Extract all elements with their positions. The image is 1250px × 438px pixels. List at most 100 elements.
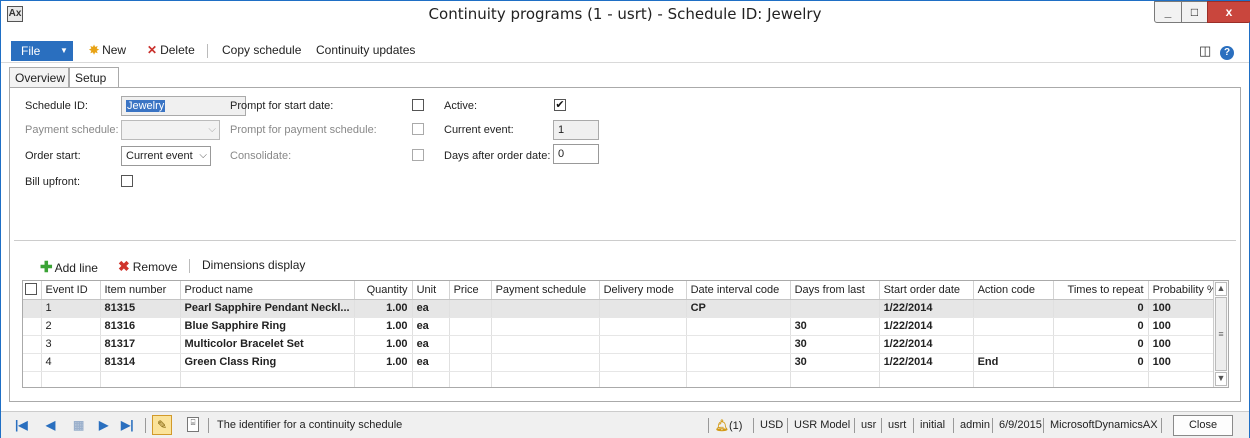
bill-upfront-checkbox[interactable] [121, 175, 133, 187]
table-cell[interactable]: ea [412, 353, 450, 372]
col-header[interactable]: Times to repeat [1053, 281, 1149, 300]
new-button[interactable]: ✸ New [89, 43, 126, 57]
row-selector[interactable] [23, 353, 42, 372]
model-indicator[interactable]: USR Model [794, 419, 850, 431]
currency-indicator[interactable]: USD [760, 419, 783, 431]
col-header[interactable]: Quantity [354, 281, 413, 300]
col-header[interactable]: Action code [973, 281, 1054, 300]
schedule-id-field[interactable]: Jewelry [121, 96, 246, 116]
table-cell[interactable] [599, 317, 687, 336]
table-cell[interactable]: ea [412, 335, 450, 354]
previous-record-button[interactable]: ◀ [46, 418, 55, 432]
select-all-checkbox[interactable] [25, 283, 37, 296]
table-cell[interactable]: Green Class Ring [180, 353, 355, 372]
table-cell[interactable] [449, 335, 492, 354]
table-cell[interactable]: 0 [1053, 317, 1149, 336]
table-cell[interactable]: 81316 [100, 317, 181, 336]
table-cell[interactable] [491, 299, 600, 318]
table-cell[interactable]: Pearl Sapphire Pendant Neckl... [180, 299, 355, 318]
table-cell[interactable] [686, 353, 791, 372]
minimize-button[interactable]: _ [1154, 1, 1182, 23]
layer-indicator[interactable]: usr [861, 419, 876, 431]
col-header[interactable]: Payment schedule [491, 281, 600, 300]
table-cell[interactable] [790, 371, 880, 387]
col-header[interactable]: Probability % [1148, 281, 1222, 300]
table-cell[interactable]: 0 [1053, 299, 1149, 318]
active-checkbox[interactable]: ✔ [554, 99, 566, 111]
table-cell[interactable] [599, 371, 687, 387]
table-cell[interactable]: 4 [41, 353, 101, 372]
col-header[interactable]: Event ID [41, 281, 101, 300]
help-button[interactable]: ? [1220, 43, 1234, 60]
table-cell[interactable]: 30 [790, 353, 880, 372]
table-cell[interactable] [491, 371, 600, 387]
table-cell[interactable] [973, 317, 1054, 336]
table-cell[interactable]: 30 [790, 335, 880, 354]
table-cell[interactable]: CP [686, 299, 791, 318]
table-cell[interactable]: 1/22/2014 [879, 299, 974, 318]
table-cell[interactable]: 1/22/2014 [879, 317, 974, 336]
attachment-icon[interactable]: ⌸ [187, 417, 199, 432]
col-header[interactable]: Start order date [879, 281, 974, 300]
table-cell[interactable]: 100 [1148, 299, 1222, 318]
table-cell[interactable] [41, 371, 101, 387]
table-cell[interactable] [449, 299, 492, 318]
date-indicator[interactable]: 6/9/2015 [999, 419, 1042, 431]
row-selector[interactable] [23, 299, 42, 318]
table-cell[interactable]: 1.00 [354, 299, 413, 318]
table-cell[interactable] [449, 353, 492, 372]
next-record-button[interactable]: ▶ [99, 418, 108, 432]
server-indicator[interactable]: MicrosoftDynamicsAX [1050, 419, 1158, 431]
table-cell[interactable]: ea [412, 317, 450, 336]
grid-view-button[interactable]: ▦ [73, 418, 84, 432]
first-record-button[interactable]: |◀ [15, 418, 28, 432]
table-cell[interactable] [599, 335, 687, 354]
table-row[interactable]: 4 81314 Green Class Ring 1.00 ea 30 1/22… [23, 353, 1222, 372]
col-header[interactable]: Days from last [790, 281, 880, 300]
table-cell[interactable] [449, 317, 492, 336]
col-header[interactable]: Item number [100, 281, 181, 300]
add-line-button[interactable]: ✚ Add line [40, 258, 98, 276]
consolidate-checkbox[interactable] [412, 149, 424, 161]
close-button[interactable]: Close [1173, 415, 1233, 436]
col-header[interactable]: Unit [412, 281, 450, 300]
tab-overview[interactable]: Overview [9, 67, 69, 87]
company-indicator[interactable]: usrt [888, 419, 906, 431]
col-header[interactable]: Delivery mode [599, 281, 687, 300]
table-cell[interactable] [599, 353, 687, 372]
layout-icon[interactable]: ◫ [1199, 43, 1211, 59]
table-cell[interactable]: 2 [41, 317, 101, 336]
col-header[interactable]: Price [449, 281, 492, 300]
current-event-field[interactable]: 1 [553, 120, 599, 140]
tab-setup[interactable]: Setup [69, 67, 119, 88]
table-row-empty[interactable] [23, 371, 1222, 387]
table-cell[interactable] [973, 371, 1054, 387]
scroll-up-icon[interactable]: ▲ [1215, 282, 1227, 296]
table-cell[interactable] [449, 371, 492, 387]
row-selector[interactable] [23, 317, 42, 336]
continuity-updates-button[interactable]: Continuity updates [316, 43, 415, 57]
table-cell[interactable] [491, 353, 600, 372]
table-cell[interactable]: 0 [1053, 335, 1149, 354]
table-row[interactable]: 3 81317 Multicolor Bracelet Set 1.00 ea … [23, 335, 1222, 354]
table-row[interactable]: 2 81316 Blue Sapphire Ring 1.00 ea 30 1/… [23, 317, 1222, 336]
scroll-down-icon[interactable]: ▼ [1215, 372, 1227, 386]
table-cell[interactable]: 100 [1148, 317, 1222, 336]
table-cell[interactable]: 1.00 [354, 335, 413, 354]
row-selector[interactable] [23, 371, 42, 387]
scroll-thumb[interactable]: ≡ [1215, 297, 1227, 371]
table-cell[interactable]: 1 [41, 299, 101, 318]
table-cell[interactable]: ea [412, 299, 450, 318]
delete-button[interactable]: ✕ Delete [147, 43, 195, 57]
select-all-header[interactable] [23, 281, 42, 300]
table-cell[interactable]: 3 [41, 335, 101, 354]
table-cell[interactable]: 1.00 [354, 353, 413, 372]
table-cell[interactable]: 1/22/2014 [879, 353, 974, 372]
days-after-order-field[interactable]: 0 [553, 144, 599, 164]
table-cell[interactable]: 81317 [100, 335, 181, 354]
table-cell[interactable] [491, 335, 600, 354]
table-cell[interactable]: 0 [1053, 353, 1149, 372]
copy-schedule-button[interactable]: Copy schedule [222, 43, 301, 57]
table-cell[interactable] [790, 299, 880, 318]
col-header[interactable]: Product name [180, 281, 355, 300]
